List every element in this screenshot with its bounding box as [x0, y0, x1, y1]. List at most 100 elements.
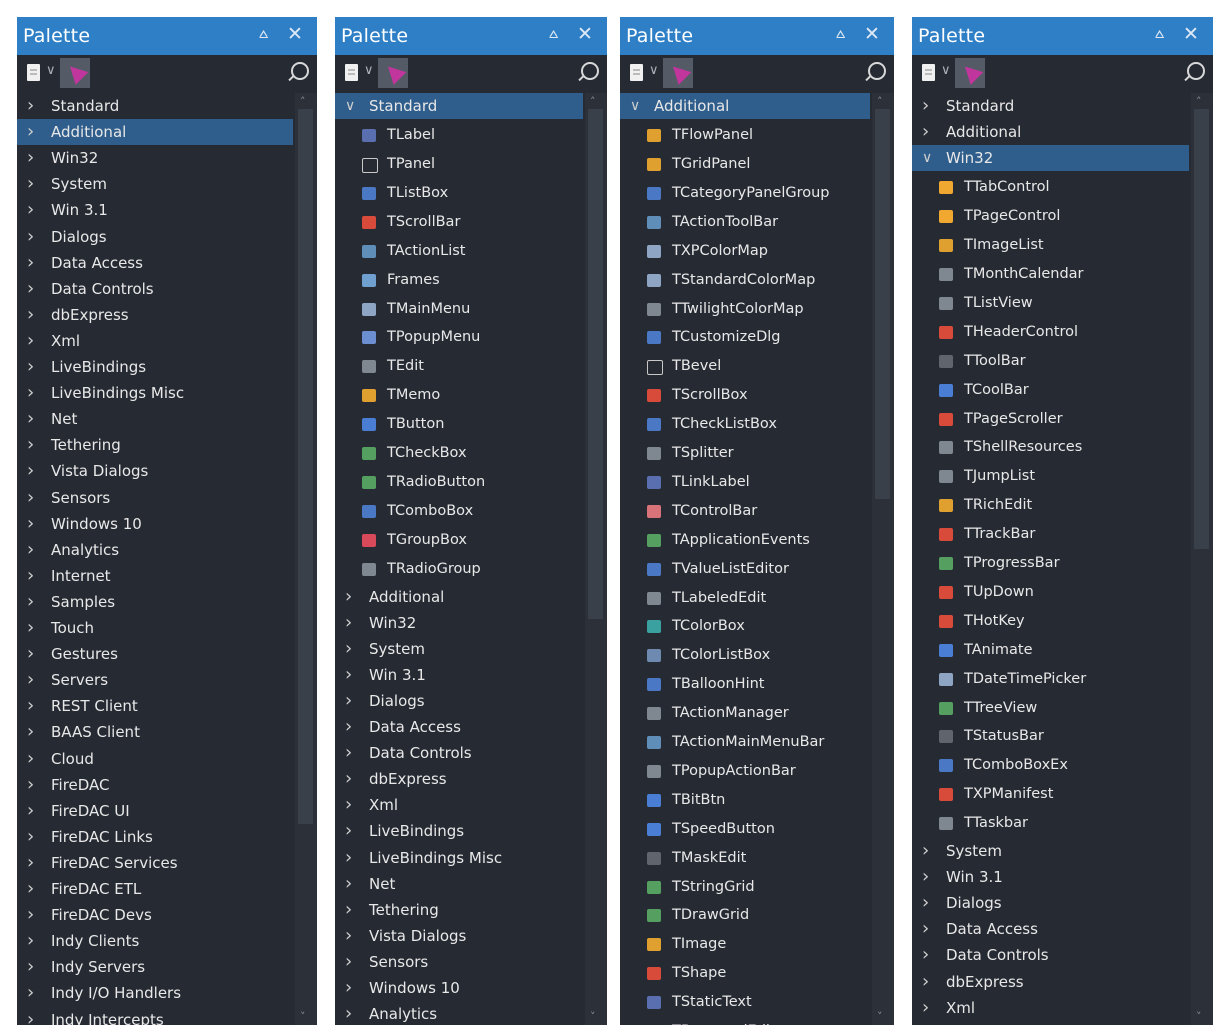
- category-firedac-links[interactable]: › FireDAC Links: [17, 824, 293, 850]
- category-vista-dialogs[interactable]: › Vista Dialogs: [17, 458, 293, 484]
- category-xml[interactable]: › Xml: [335, 792, 583, 818]
- pin-icon[interactable]: ⩟: [549, 24, 558, 42]
- component-item[interactable]: TEdit: [335, 352, 583, 381]
- category-internet[interactable]: › Internet: [17, 563, 293, 589]
- scroll-up-icon[interactable]: ˄: [1196, 95, 1202, 108]
- component-item[interactable]: TRichEdit: [912, 491, 1189, 520]
- search-icon[interactable]: [1187, 62, 1205, 80]
- category-win32[interactable]: › Win32: [335, 610, 583, 636]
- category-servers[interactable]: › Servers: [17, 667, 293, 693]
- category-firedac-ui[interactable]: › FireDAC UI: [17, 798, 293, 824]
- category-xml[interactable]: › Xml: [912, 995, 1189, 1021]
- category-dbexpress[interactable]: › dbExpress: [912, 969, 1189, 995]
- component-item[interactable]: TFlowPanel: [620, 121, 870, 150]
- category-standard[interactable]: › Standard: [17, 93, 293, 119]
- select-tool-button[interactable]: [663, 58, 693, 88]
- component-item[interactable]: Frames: [335, 266, 583, 295]
- component-item[interactable]: THotKey: [912, 607, 1189, 636]
- scrollbar-thumb[interactable]: [875, 109, 890, 499]
- component-item[interactable]: TPanel: [335, 150, 583, 179]
- category-indy-intercepts[interactable]: › Indy Intercepts: [17, 1007, 293, 1025]
- component-item[interactable]: TSplitter: [620, 439, 870, 468]
- component-item[interactable]: TTaskbar: [912, 809, 1189, 838]
- select-tool-button[interactable]: [378, 58, 408, 88]
- component-item[interactable]: TAnimate: [912, 636, 1189, 665]
- category-dialogs[interactable]: › Dialogs: [17, 224, 293, 250]
- category-vista-dialogs[interactable]: › Vista Dialogs: [335, 923, 583, 949]
- category-system[interactable]: › System: [912, 838, 1189, 864]
- chevron-down-icon[interactable]: ∨: [941, 63, 951, 78]
- category-windows-10[interactable]: › Windows 10: [335, 975, 583, 1001]
- chevron-down-icon[interactable]: ∨: [46, 63, 56, 78]
- category-dialogs[interactable]: › Dialogs: [912, 890, 1189, 916]
- pin-icon[interactable]: ⩟: [259, 24, 268, 42]
- category-net[interactable]: › Net: [335, 871, 583, 897]
- component-item[interactable]: TXPColorMap: [620, 237, 870, 266]
- component-item[interactable]: TXPManifest: [912, 780, 1189, 809]
- category-data-access[interactable]: › Data Access: [335, 714, 583, 740]
- vertical-scrollbar[interactable]: ˄ ˅: [1191, 93, 1213, 1025]
- component-item[interactable]: TBalloonHint: [620, 670, 870, 699]
- category-net[interactable]: › Net: [17, 406, 293, 432]
- new-item-icon[interactable]: [630, 64, 643, 81]
- category-win32[interactable]: › Win32: [17, 145, 293, 171]
- scroll-up-icon[interactable]: ˄: [300, 95, 306, 108]
- category-tethering[interactable]: › Tethering: [17, 432, 293, 458]
- category-analytics[interactable]: › Analytics: [17, 537, 293, 563]
- component-item[interactable]: TTreeView: [912, 694, 1189, 723]
- component-item[interactable]: THeaderControl: [912, 318, 1189, 347]
- category-livebindings[interactable]: › LiveBindings: [17, 354, 293, 380]
- component-item[interactable]: TButton: [335, 410, 583, 439]
- search-icon[interactable]: [581, 62, 599, 80]
- component-item[interactable]: TStaticText: [620, 988, 870, 1017]
- category-analytics[interactable]: › Analytics: [335, 1001, 583, 1025]
- component-item[interactable]: TBevel: [620, 352, 870, 381]
- component-item[interactable]: TMonthCalendar: [912, 260, 1189, 289]
- component-item[interactable]: TColorBox: [620, 612, 870, 641]
- component-item[interactable]: TComboBox: [335, 497, 583, 526]
- component-item[interactable]: TTwilightColorMap: [620, 295, 870, 324]
- category-firedac-etl[interactable]: › FireDAC ETL: [17, 876, 293, 902]
- component-item[interactable]: TLabel: [335, 121, 583, 150]
- category-tethering[interactable]: › Tethering: [335, 897, 583, 923]
- scroll-down-icon[interactable]: ˅: [300, 1010, 306, 1023]
- component-item[interactable]: TControlBar: [620, 497, 870, 526]
- component-item[interactable]: TActionMainMenuBar: [620, 728, 870, 757]
- component-item[interactable]: TCategoryPanelGroup: [620, 179, 870, 208]
- category-firedac[interactable]: › FireDAC: [17, 772, 293, 798]
- component-item[interactable]: TPopupMenu: [335, 323, 583, 352]
- scroll-down-icon[interactable]: ˅: [590, 1010, 596, 1023]
- vertical-scrollbar[interactable]: ˄ ˅: [585, 93, 607, 1025]
- component-item[interactable]: TProgressBar: [912, 549, 1189, 578]
- vertical-scrollbar[interactable]: ˄ ˅: [295, 93, 317, 1025]
- category-xml[interactable]: › Xml: [17, 328, 293, 354]
- chevron-down-icon[interactable]: ∨: [364, 63, 374, 78]
- component-item[interactable]: TActionList: [335, 237, 583, 266]
- component-item[interactable]: TDateTimePicker: [912, 665, 1189, 694]
- component-item[interactable]: TActionManager: [620, 699, 870, 728]
- category-firedac-services[interactable]: › FireDAC Services: [17, 850, 293, 876]
- category-touch[interactable]: › Touch: [17, 615, 293, 641]
- component-item[interactable]: TComboBoxEx: [912, 751, 1189, 780]
- component-item[interactable]: TRadioButton: [335, 468, 583, 497]
- component-item[interactable]: TPageScroller: [912, 405, 1189, 434]
- component-item[interactable]: TCoolBar: [912, 376, 1189, 405]
- category-standard[interactable]: ∨ Standard: [335, 93, 583, 119]
- category-dbexpress[interactable]: › dbExpress: [335, 766, 583, 792]
- component-item[interactable]: TRadioGroup: [335, 555, 583, 584]
- component-item[interactable]: TScrollBar: [335, 208, 583, 237]
- category-data-controls[interactable]: › Data Controls: [335, 740, 583, 766]
- close-icon[interactable]: ✕: [1183, 23, 1199, 45]
- component-item[interactable]: TShellResources: [912, 433, 1189, 462]
- component-item[interactable]: TImage: [620, 930, 870, 959]
- category-data-access[interactable]: › Data Access: [912, 916, 1189, 942]
- category-system[interactable]: › System: [335, 636, 583, 662]
- category-additional[interactable]: › Additional: [912, 119, 1189, 145]
- close-icon[interactable]: ✕: [577, 23, 593, 45]
- category-windows-10[interactable]: › Windows 10: [17, 511, 293, 537]
- category-additional[interactable]: ∨ Additional: [620, 93, 870, 119]
- component-item[interactable]: TActionToolBar: [620, 208, 870, 237]
- component-item[interactable]: TShape: [620, 959, 870, 988]
- scrollbar-thumb[interactable]: [298, 109, 313, 824]
- component-item[interactable]: TLabeledEdit: [620, 584, 870, 613]
